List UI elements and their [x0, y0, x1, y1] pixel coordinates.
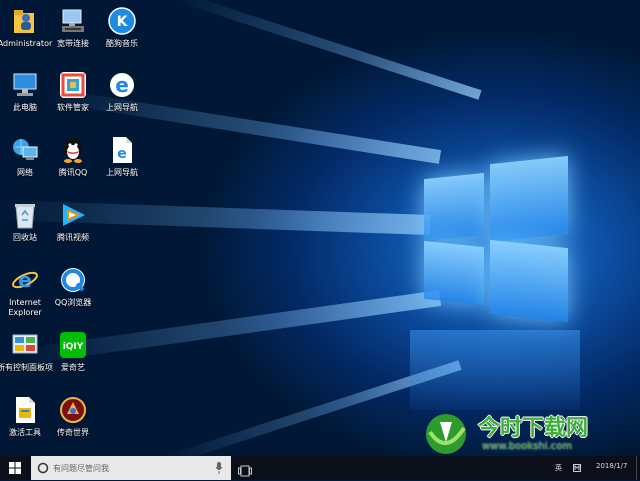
task-view-button[interactable]: [238, 462, 252, 481]
windows-logo-pane: [490, 239, 568, 323]
search-placeholder: 有问题尽管问我: [53, 464, 109, 473]
clock-date: 2018/1/7: [596, 462, 628, 470]
desktop-icon-label: 酷狗音乐: [106, 39, 138, 48]
keyboard-icon: [573, 464, 581, 472]
floor-reflection: [410, 330, 580, 410]
control-panel-icon: [10, 330, 40, 360]
ie-icon: e: [107, 70, 137, 100]
desktop-icon-kugou[interactable]: K 酷狗音乐: [92, 6, 152, 49]
ime-label: 英: [555, 464, 562, 472]
ie-shortcut-icon: e: [107, 135, 137, 165]
recycle-bin-icon: [10, 200, 40, 230]
start-button[interactable]: [0, 456, 30, 480]
kugou-icon: K: [107, 6, 137, 36]
desktop-icon-iqiyi[interactable]: iQIY 爱奇艺: [43, 330, 103, 373]
windows-start-icon: [9, 462, 21, 474]
search-box[interactable]: 有问题尽管问我: [31, 456, 231, 480]
tencent-video-icon: [58, 200, 88, 230]
desktop-icon-label: 上网导航: [106, 168, 138, 177]
windows-logo-pane: [424, 240, 484, 306]
desktop-icon-label: 腾讯视频: [57, 233, 89, 242]
computer-icon: [10, 70, 40, 100]
iqiyi-icon: iQIY: [58, 330, 88, 360]
desktop-icon-qq-browser[interactable]: QQ浏览器: [43, 265, 103, 308]
ime-indicator[interactable]: 英: [555, 456, 562, 480]
microphone-icon[interactable]: [215, 462, 223, 474]
show-desktop-button[interactable]: [636, 456, 640, 480]
windows-logo-pane: [490, 155, 568, 243]
svg-text:e: e: [117, 146, 127, 162]
cortana-icon: [37, 462, 49, 474]
watermark: 今时下载网 www.bookshi.com: [420, 408, 632, 458]
watermark-logo-icon: [426, 414, 466, 454]
network-icon: [10, 135, 40, 165]
desktop-icon-label: 传奇世界: [57, 428, 89, 437]
watermark-url: www.bookshi.com: [482, 441, 573, 452]
watermark-brand: 今时下载网: [478, 416, 589, 441]
desktop-icon-label: QQ浏览器: [54, 298, 92, 307]
task-view-icon: [238, 465, 252, 477]
qq-browser-icon: [58, 265, 88, 295]
legend-world-icon: [58, 395, 88, 425]
activation-tool-icon: [10, 395, 40, 425]
svg-text:K: K: [117, 14, 129, 30]
taskbar: 有问题尽管问我 英 2018/1/7: [0, 456, 640, 480]
clock[interactable]: 2018/1/7: [596, 462, 627, 470]
windows-logo-pane: [424, 172, 484, 242]
desktop-icon-tencent-video[interactable]: 腾讯视频: [43, 200, 103, 243]
qq-icon: [58, 135, 88, 165]
svg-text:e: e: [18, 268, 32, 292]
desktop-icon-label: 上网导航: [106, 103, 138, 112]
desktop-icon-web-nav[interactable]: e 上网导航: [92, 70, 152, 113]
desktop-icon-web-nav-shortcut[interactable]: e 上网导航: [92, 135, 152, 178]
desktop-icon-legend-world[interactable]: 传奇世界: [43, 395, 103, 438]
light-beam: [174, 0, 482, 100]
desktop-icon-label: 爱奇艺: [61, 363, 85, 372]
svg-text:e: e: [115, 73, 129, 97]
broadband-icon: [58, 6, 88, 36]
svg-text:iQIY: iQIY: [63, 342, 84, 352]
internet-explorer-icon: e: [10, 265, 40, 295]
software-manager-icon: [58, 70, 88, 100]
user-folder-icon: [10, 6, 40, 36]
input-method-button[interactable]: [573, 456, 581, 480]
